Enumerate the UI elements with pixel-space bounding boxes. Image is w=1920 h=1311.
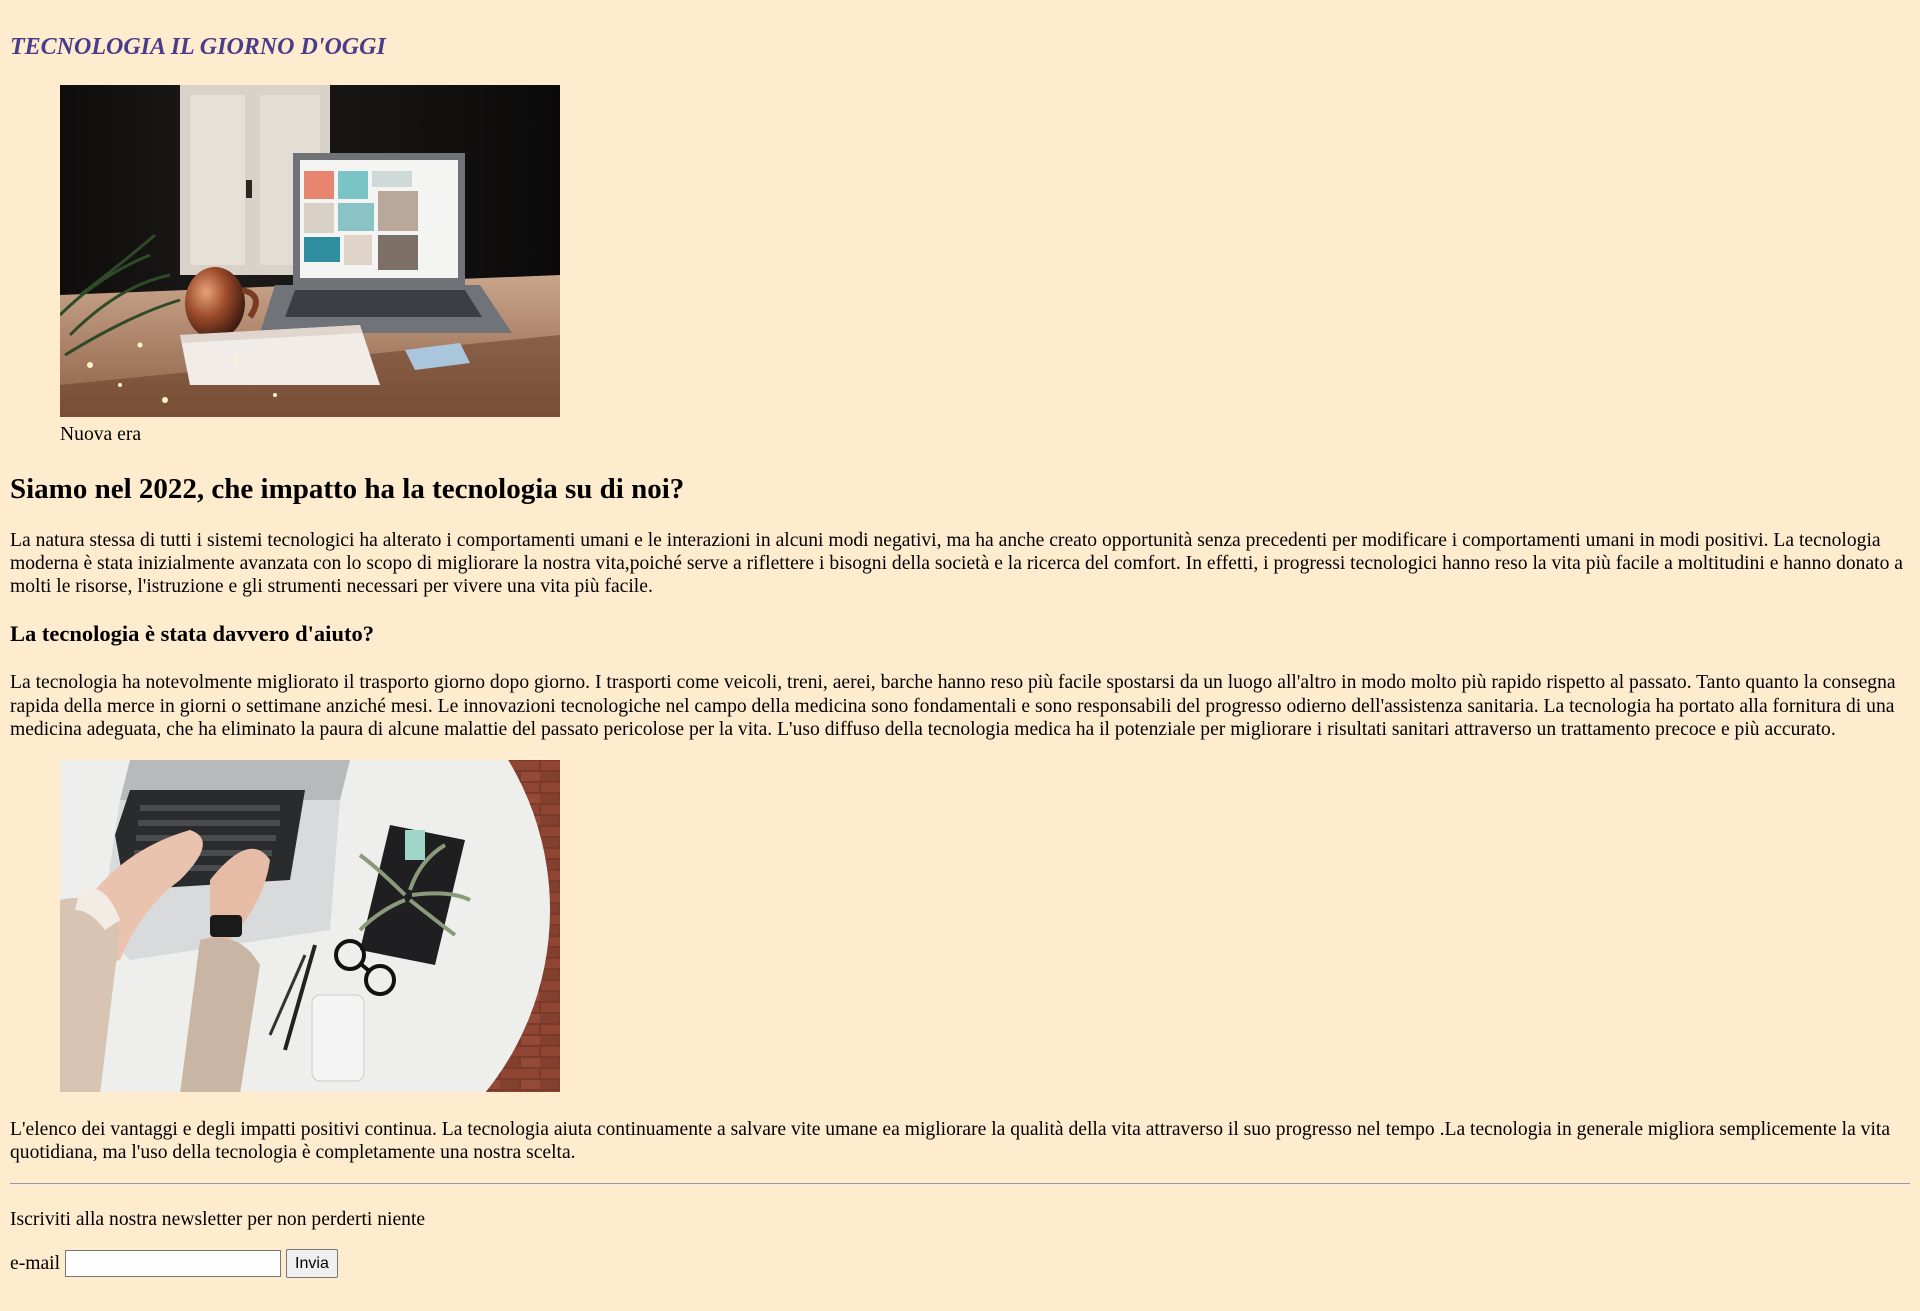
newsletter-text: Iscriviti alla nostra newsletter per non… [10,1208,426,1230]
submit-button[interactable]: Invia [286,1249,338,1279]
article-paragraph-3: L'elenco dei vantaggi e degli impatti po… [10,1118,1891,1163]
figure-new-era: Nuova era [10,85,1910,446]
email-label: e-mail [10,1253,61,1275]
typing-laptop-photo [60,759,560,1092]
page: TECNOLOGIA IL GIORNO D'OGGI Nuova era Si… [0,0,1920,1279]
figure-typing [10,759,1910,1092]
email-input[interactable] [65,1250,282,1278]
laptop-desk-photo [60,85,560,417]
article-paragraph-1: La natura stessa di tutti i sistemi tecn… [10,530,1903,598]
figure-caption: Nuova era [60,424,142,445]
article-heading: Siamo nel 2022, che impatto ha la tecnol… [10,473,685,506]
article-subheading: La tecnologia è stata davvero d'aiuto? [10,621,374,647]
divider [10,1182,1910,1185]
article-paragraph-2: La tecnologia ha notevolmente migliorato… [10,672,1896,740]
newsletter-form: e-mail Invia [10,1249,1910,1279]
site-title: TECNOLOGIA IL GIORNO D'OGGI [10,34,386,60]
